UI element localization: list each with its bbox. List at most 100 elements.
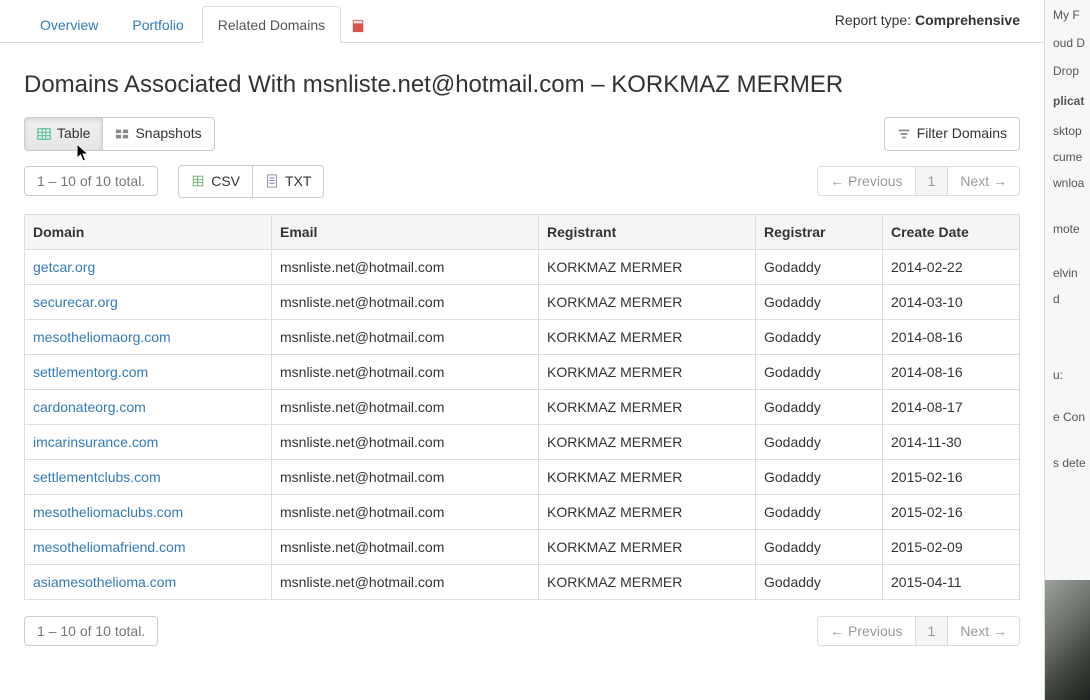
- side-item: u:: [1047, 360, 1067, 390]
- report-type-value: Comprehensive: [915, 12, 1020, 28]
- col-registrar[interactable]: Registrar: [756, 215, 883, 250]
- view-table-label: Table: [57, 124, 90, 144]
- report-type-label: Report type:: [835, 12, 911, 28]
- cell-domain: securecar.org: [25, 285, 272, 320]
- cell-domain: mesotheliomafriend.com: [25, 530, 272, 565]
- cell-registrar: Godaddy: [756, 495, 883, 530]
- pagination-top: ← Previous 1 Next →: [817, 166, 1020, 196]
- snapshots-icon: [115, 127, 129, 141]
- cell-registrant: KORKMAZ MERMER: [539, 565, 756, 600]
- cell-registrant: KORKMAZ MERMER: [539, 390, 756, 425]
- tab-related-domains[interactable]: Related Domains: [202, 6, 341, 43]
- col-email[interactable]: Email: [272, 215, 539, 250]
- table-row: mesotheliomaclubs.commsnliste.net@hotmai…: [25, 495, 1020, 530]
- cell-email: msnliste.net@hotmail.com: [272, 390, 539, 425]
- cell-registrant: KORKMAZ MERMER: [539, 355, 756, 390]
- pdf-icon[interactable]: [343, 9, 373, 43]
- pagination-page-top[interactable]: 1: [916, 166, 949, 196]
- domain-link[interactable]: mesotheliomaorg.com: [33, 329, 171, 345]
- table-row: mesotheliomafriend.com msnliste.net@hotma…: [25, 530, 1020, 565]
- cell-email: msnliste.net@hotmail.com: [272, 250, 539, 285]
- cell-registrant: KORKMAZ MERMER: [539, 285, 756, 320]
- result-count-top: 1 – 10 of 10 total.: [24, 166, 158, 196]
- cell-registrant: KORKMAZ MERMER: [539, 425, 756, 460]
- domain-link[interactable]: settlementorg.com: [33, 364, 148, 380]
- tab-portfolio[interactable]: Portfolio: [116, 6, 199, 43]
- cell-email: msnliste.net@hotmail.com: [272, 355, 539, 390]
- pagination-prev-bottom[interactable]: ← Previous: [817, 616, 915, 646]
- filter-domains-button[interactable]: Filter Domains: [884, 117, 1020, 151]
- col-registrant[interactable]: Registrant: [539, 215, 756, 250]
- filter-icon: [897, 127, 911, 141]
- view-snapshots-button[interactable]: Snapshots: [103, 117, 214, 151]
- csv-icon: [191, 174, 205, 188]
- domain-link[interactable]: settlementclubs.com: [33, 469, 161, 485]
- domain-link[interactable]: mesotheliomafriend.com: [33, 539, 186, 555]
- table-row: settlementorg.com msnliste.net@hotmail.co…: [25, 355, 1020, 390]
- export-txt-label: TXT: [285, 172, 311, 192]
- side-item: Drop: [1047, 56, 1083, 86]
- pagination-next-top[interactable]: Next →: [948, 166, 1020, 196]
- pagination-prev-top[interactable]: ← Previous: [817, 166, 915, 196]
- cell-create-date: 2014-03-10: [883, 285, 1020, 320]
- domain-link[interactable]: getcar.org: [33, 259, 95, 275]
- col-domain[interactable]: Domain: [25, 215, 272, 250]
- side-item: s dete: [1047, 448, 1090, 478]
- table-row: imcarinsurance.com msnliste.net@hotmail.c…: [25, 425, 1020, 460]
- domain-link[interactable]: cardonateorg.com: [33, 399, 146, 415]
- cell-registrar: Godaddy: [756, 530, 883, 565]
- export-group: CSV TXT: [178, 165, 324, 199]
- domain-link[interactable]: imcarinsurance.com: [33, 434, 158, 450]
- col-create-date[interactable]: Create Date: [883, 215, 1020, 250]
- pagination-bottom: ← Previous 1 Next →: [817, 616, 1020, 646]
- side-item: d: [1047, 284, 1064, 314]
- side-item: mote: [1047, 214, 1084, 244]
- cell-create-date: 2014-08-16: [883, 320, 1020, 355]
- view-table-button[interactable]: Table: [24, 117, 103, 151]
- cell-registrant: KORKMAZ MERMER: [539, 530, 756, 565]
- cell-registrar: Godaddy: [756, 565, 883, 600]
- side-item: wnloa: [1047, 168, 1088, 198]
- cell-domain: settlementclubs.com: [25, 460, 272, 495]
- result-count-bottom: 1 – 10 of 10 total.: [24, 616, 158, 646]
- cell-registrant: KORKMAZ MERMER: [539, 460, 756, 495]
- cell-domain: settlementorg.com: [25, 355, 272, 390]
- filter-domains-label: Filter Domains: [917, 124, 1007, 144]
- domains-table: Domain Email Registrant Registrar Create…: [24, 214, 1020, 600]
- domain-link[interactable]: mesotheliomaclubs.com: [33, 504, 183, 520]
- cell-email: msnliste.net@hotmail.com: [272, 320, 539, 355]
- export-txt-button[interactable]: TXT: [253, 165, 324, 199]
- domain-link[interactable]: securecar.org: [33, 294, 118, 310]
- cell-domain: getcar.org: [25, 250, 272, 285]
- pagination-next-bottom[interactable]: Next →: [948, 616, 1020, 646]
- cell-create-date: 2014-08-17: [883, 390, 1020, 425]
- table-row: securecar.org msnliste.net@hotmail.comKOR…: [25, 285, 1020, 320]
- cell-email: msnliste.net@hotmail.com: [272, 285, 539, 320]
- pagination-page-bottom[interactable]: 1: [916, 616, 949, 646]
- table-header-row: Domain Email Registrant Registrar Create…: [25, 215, 1020, 250]
- cell-registrar: Godaddy: [756, 460, 883, 495]
- cell-create-date: 2015-02-16: [883, 495, 1020, 530]
- export-csv-button[interactable]: CSV: [178, 165, 253, 199]
- export-csv-label: CSV: [211, 172, 240, 192]
- report-type: Report type: Comprehensive: [835, 12, 1020, 28]
- cell-create-date: 2015-02-09: [883, 530, 1020, 565]
- cell-domain: cardonateorg.com: [25, 390, 272, 425]
- cell-create-date: 2014-02-22: [883, 250, 1020, 285]
- cell-email: msnliste.net@hotmail.com: [272, 565, 539, 600]
- cell-email: msnliste.net@hotmail.com: [272, 460, 539, 495]
- cell-create-date: 2014-08-16: [883, 355, 1020, 390]
- page-title: Domains Associated With msnliste.net@hot…: [24, 71, 1020, 99]
- cell-domain: imcarinsurance.com: [25, 425, 272, 460]
- cell-create-date: 2015-02-16: [883, 460, 1020, 495]
- cell-registrant: KORKMAZ MERMER: [539, 320, 756, 355]
- cell-email: msnliste.net@hotmail.com: [272, 530, 539, 565]
- domain-link[interactable]: asiamesothelioma.com: [33, 574, 176, 590]
- cell-registrar: Godaddy: [756, 320, 883, 355]
- tab-overview[interactable]: Overview: [24, 6, 114, 43]
- txt-icon: [265, 174, 279, 188]
- side-thumbnail: [1045, 580, 1090, 700]
- cell-create-date: 2014-11-30: [883, 425, 1020, 460]
- cell-domain: mesotheliomaclubs.com: [25, 495, 272, 530]
- cell-email: msnliste.net@hotmail.com: [272, 425, 539, 460]
